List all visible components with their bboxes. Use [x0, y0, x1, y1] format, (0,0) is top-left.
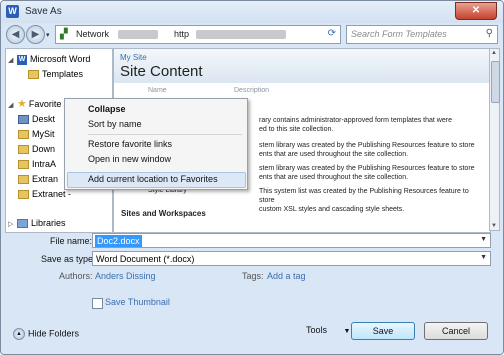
- chevron-down-icon[interactable]: ◢: [8, 55, 17, 67]
- context-menu: Collapse Sort by name Restore favorite l…: [64, 98, 248, 190]
- recent-locations-dropdown[interactable]: ▾: [46, 31, 50, 39]
- nav-item-label: MySit: [32, 129, 55, 139]
- chevron-down-icon: ▼: [343, 328, 351, 335]
- tools-label: Tools: [306, 325, 328, 335]
- section-header: Sites and Workspaces: [121, 209, 206, 218]
- folder-icon: [18, 130, 29, 140]
- cancel-button[interactable]: Cancel: [424, 322, 488, 340]
- nav-item-downloads[interactable]: Down: [18, 143, 55, 155]
- save-as-type-value[interactable]: Word Document (*.docx): [96, 253, 194, 265]
- folder-icon: [18, 175, 29, 185]
- close-button[interactable]: ✕: [455, 2, 497, 20]
- nav-item-label: Templates: [42, 69, 84, 79]
- file-name-field[interactable]: Doc2.docx ▼: [92, 233, 491, 248]
- refresh-icon[interactable]: ⟳: [328, 28, 336, 39]
- list-item-description: rary contains administrator-approved for…: [259, 117, 452, 133]
- search-input[interactable]: Search Form Templates: [351, 29, 447, 39]
- network-icon: ▞: [60, 29, 68, 40]
- nav-item-label: Extran: [32, 174, 59, 184]
- vertical-scrollbar[interactable]: ▲ ▼: [489, 48, 500, 231]
- nav-item-label: Down: [32, 144, 56, 154]
- nav-item-desktop[interactable]: Deskt: [18, 113, 55, 125]
- save-button[interactable]: Save: [351, 322, 415, 340]
- nav-item-label: Libraries: [31, 218, 66, 228]
- folder-icon: [28, 70, 39, 80]
- menu-item-sort-by-name[interactable]: Sort by name: [88, 119, 142, 130]
- authors-value[interactable]: Anders Dissing: [95, 271, 156, 281]
- window-title: Save As: [25, 6, 62, 17]
- file-name-label: File name:: [50, 236, 93, 246]
- menu-item-add-to-favorites[interactable]: Add current location to Favorites: [88, 174, 218, 185]
- hide-folders-button[interactable]: ▲ Hide Folders: [13, 328, 79, 340]
- star-icon: ★: [17, 98, 27, 110]
- nav-item-label: Extranet -: [32, 189, 72, 199]
- menu-separator: [88, 134, 242, 135]
- save-thumbnail-checkbox[interactable]: [92, 298, 103, 309]
- navigation-bar: ◀ ▶ ▾ ▞ Network http ⟳ Search Form Templ…: [1, 23, 503, 45]
- hide-folders-label: Hide Folders: [28, 328, 80, 339]
- chevron-right-icon[interactable]: ▷: [8, 219, 17, 231]
- nav-item-extranet-1[interactable]: Extran: [18, 173, 58, 185]
- address-bar[interactable]: ▞ Network http ⟳: [55, 25, 341, 44]
- scrollbar-thumb[interactable]: [491, 61, 500, 103]
- nav-item-label: Favorite: [28, 99, 62, 109]
- tags-label: Tags:: [242, 271, 264, 281]
- nav-item-label: Microsoft Word: [30, 54, 91, 64]
- breadcrumb-network[interactable]: Network: [76, 29, 109, 39]
- save-as-dialog: W Save As ✕ ◀ ▶ ▾ ▞ Network http ⟳ Searc…: [0, 0, 504, 355]
- nav-item-intra[interactable]: IntraA: [18, 158, 56, 170]
- search-icon[interactable]: ⚲: [486, 28, 493, 39]
- chevron-down-icon[interactable]: ▼: [480, 236, 487, 243]
- tags-value[interactable]: Add a tag: [267, 271, 306, 281]
- search-box[interactable]: Search Form Templates ⚲: [346, 25, 498, 44]
- scroll-up-icon[interactable]: ▲: [491, 50, 497, 56]
- nav-item-mysite[interactable]: MySit: [18, 128, 55, 140]
- redacted-url: [196, 30, 286, 39]
- chevron-up-icon: ▲: [13, 328, 25, 340]
- site-label[interactable]: My Site: [120, 53, 147, 62]
- authors-label: Authors:: [59, 271, 93, 281]
- menu-item-collapse[interactable]: Collapse: [88, 104, 126, 115]
- folder-icon: [18, 190, 29, 200]
- title-bar: W Save As ✕: [1, 1, 503, 23]
- save-as-type-select[interactable]: Word Document (*.docx) ▼: [92, 251, 491, 266]
- nav-item-label: IntraA: [32, 159, 57, 169]
- redacted-text: [118, 30, 158, 39]
- back-button[interactable]: ◀: [6, 25, 25, 44]
- column-header-name[interactable]: Name: [148, 87, 167, 94]
- dialog-footer: ▲ Hide Folders Tools ▼ Save Cancel: [1, 316, 503, 354]
- forward-button[interactable]: ▶: [26, 25, 45, 44]
- nav-item-templates[interactable]: Templates: [28, 68, 83, 80]
- chevron-down-icon[interactable]: ▼: [480, 254, 487, 261]
- page-title: Site Content: [120, 63, 203, 80]
- chevron-down-icon[interactable]: ◢: [8, 100, 17, 112]
- word-app-icon: W: [6, 5, 19, 18]
- nav-item-label: Deskt: [32, 114, 56, 124]
- breadcrumb-http[interactable]: http: [174, 29, 189, 39]
- list-item-description: This system list was created by the Publ…: [259, 188, 469, 213]
- sharepoint-header: My Site Site Content: [114, 49, 490, 83]
- list-item-description: stem library was created by the Publishi…: [259, 165, 475, 181]
- nav-item-microsoft-word[interactable]: ◢ W Microsoft Word: [8, 53, 90, 65]
- tools-dropdown[interactable]: Tools ▼: [306, 325, 350, 335]
- menu-item-open-in-new-window[interactable]: Open in new window: [88, 154, 171, 165]
- word-icon: W: [17, 54, 27, 65]
- save-thumbnail-label[interactable]: Save Thumbnail: [105, 297, 170, 307]
- list-item-description: stem library was created by the Publishi…: [259, 142, 475, 158]
- menu-item-restore-favorite-links[interactable]: Restore favorite links: [88, 139, 172, 150]
- scroll-down-icon[interactable]: ▼: [491, 223, 497, 229]
- folder-icon: [18, 160, 29, 170]
- desktop-icon: [18, 115, 29, 125]
- library-icon: [17, 219, 28, 229]
- save-as-type-label: Save as type:: [41, 254, 96, 264]
- nav-item-favorites[interactable]: ◢ ★ Favorite: [8, 98, 61, 110]
- column-header-description[interactable]: Description: [234, 87, 269, 94]
- nav-item-libraries[interactable]: ▷ Libraries: [8, 217, 66, 229]
- folder-icon: [18, 145, 29, 155]
- file-name-value[interactable]: Doc2.docx: [95, 235, 142, 247]
